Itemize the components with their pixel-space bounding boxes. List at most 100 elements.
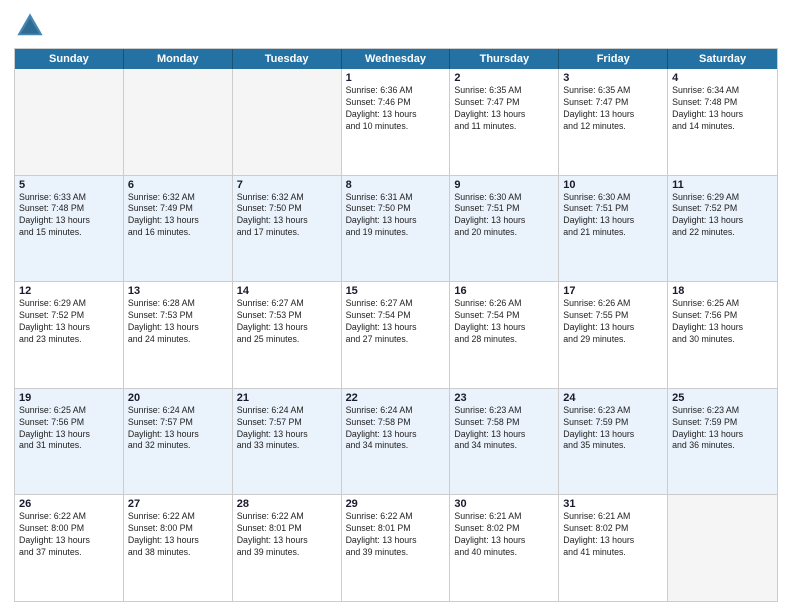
day-number: 2 bbox=[454, 72, 554, 84]
day-cell-8: 8Sunrise: 6:31 AM Sunset: 7:50 PM Daylig… bbox=[342, 176, 451, 282]
day-details: Sunrise: 6:22 AM Sunset: 8:01 PM Dayligh… bbox=[346, 511, 446, 559]
day-cell-15: 15Sunrise: 6:27 AM Sunset: 7:54 PM Dayli… bbox=[342, 282, 451, 388]
day-cell-18: 18Sunrise: 6:25 AM Sunset: 7:56 PM Dayli… bbox=[668, 282, 777, 388]
day-cell-4: 4Sunrise: 6:34 AM Sunset: 7:48 PM Daylig… bbox=[668, 69, 777, 175]
day-number: 9 bbox=[454, 179, 554, 191]
day-cell-7: 7Sunrise: 6:32 AM Sunset: 7:50 PM Daylig… bbox=[233, 176, 342, 282]
header-day-wednesday: Wednesday bbox=[342, 49, 451, 69]
logo bbox=[14, 10, 50, 42]
day-cell-27: 27Sunrise: 6:22 AM Sunset: 8:00 PM Dayli… bbox=[124, 495, 233, 601]
day-details: Sunrise: 6:25 AM Sunset: 7:56 PM Dayligh… bbox=[19, 405, 119, 453]
day-number: 10 bbox=[563, 179, 663, 191]
day-number: 7 bbox=[237, 179, 337, 191]
day-cell-9: 9Sunrise: 6:30 AM Sunset: 7:51 PM Daylig… bbox=[450, 176, 559, 282]
header-day-saturday: Saturday bbox=[668, 49, 777, 69]
day-details: Sunrise: 6:30 AM Sunset: 7:51 PM Dayligh… bbox=[454, 192, 554, 240]
day-number: 11 bbox=[672, 179, 773, 191]
calendar-row-1: 5Sunrise: 6:33 AM Sunset: 7:48 PM Daylig… bbox=[15, 176, 777, 283]
day-cell-11: 11Sunrise: 6:29 AM Sunset: 7:52 PM Dayli… bbox=[668, 176, 777, 282]
day-number: 30 bbox=[454, 498, 554, 510]
day-cell-20: 20Sunrise: 6:24 AM Sunset: 7:57 PM Dayli… bbox=[124, 389, 233, 495]
day-details: Sunrise: 6:22 AM Sunset: 8:00 PM Dayligh… bbox=[128, 511, 228, 559]
day-details: Sunrise: 6:26 AM Sunset: 7:55 PM Dayligh… bbox=[563, 298, 663, 346]
header-day-monday: Monday bbox=[124, 49, 233, 69]
day-details: Sunrise: 6:23 AM Sunset: 7:59 PM Dayligh… bbox=[563, 405, 663, 453]
day-details: Sunrise: 6:26 AM Sunset: 7:54 PM Dayligh… bbox=[454, 298, 554, 346]
day-details: Sunrise: 6:32 AM Sunset: 7:50 PM Dayligh… bbox=[237, 192, 337, 240]
day-number: 16 bbox=[454, 285, 554, 297]
header-day-tuesday: Tuesday bbox=[233, 49, 342, 69]
day-details: Sunrise: 6:21 AM Sunset: 8:02 PM Dayligh… bbox=[454, 511, 554, 559]
header bbox=[14, 10, 778, 42]
day-cell-1: 1Sunrise: 6:36 AM Sunset: 7:46 PM Daylig… bbox=[342, 69, 451, 175]
day-cell-12: 12Sunrise: 6:29 AM Sunset: 7:52 PM Dayli… bbox=[15, 282, 124, 388]
day-cell-24: 24Sunrise: 6:23 AM Sunset: 7:59 PM Dayli… bbox=[559, 389, 668, 495]
day-cell-21: 21Sunrise: 6:24 AM Sunset: 7:57 PM Dayli… bbox=[233, 389, 342, 495]
day-cell-2: 2Sunrise: 6:35 AM Sunset: 7:47 PM Daylig… bbox=[450, 69, 559, 175]
empty-cell-0-0 bbox=[15, 69, 124, 175]
day-details: Sunrise: 6:22 AM Sunset: 8:00 PM Dayligh… bbox=[19, 511, 119, 559]
day-number: 29 bbox=[346, 498, 446, 510]
calendar-header: SundayMondayTuesdayWednesdayThursdayFrid… bbox=[15, 49, 777, 69]
day-cell-19: 19Sunrise: 6:25 AM Sunset: 7:56 PM Dayli… bbox=[15, 389, 124, 495]
day-cell-5: 5Sunrise: 6:33 AM Sunset: 7:48 PM Daylig… bbox=[15, 176, 124, 282]
day-details: Sunrise: 6:24 AM Sunset: 7:58 PM Dayligh… bbox=[346, 405, 446, 453]
day-number: 26 bbox=[19, 498, 119, 510]
day-cell-16: 16Sunrise: 6:26 AM Sunset: 7:54 PM Dayli… bbox=[450, 282, 559, 388]
day-number: 14 bbox=[237, 285, 337, 297]
day-number: 19 bbox=[19, 392, 119, 404]
day-cell-28: 28Sunrise: 6:22 AM Sunset: 8:01 PM Dayli… bbox=[233, 495, 342, 601]
day-cell-29: 29Sunrise: 6:22 AM Sunset: 8:01 PM Dayli… bbox=[342, 495, 451, 601]
day-number: 8 bbox=[346, 179, 446, 191]
day-details: Sunrise: 6:22 AM Sunset: 8:01 PM Dayligh… bbox=[237, 511, 337, 559]
day-cell-31: 31Sunrise: 6:21 AM Sunset: 8:02 PM Dayli… bbox=[559, 495, 668, 601]
day-cell-25: 25Sunrise: 6:23 AM Sunset: 7:59 PM Dayli… bbox=[668, 389, 777, 495]
calendar: SundayMondayTuesdayWednesdayThursdayFrid… bbox=[14, 48, 778, 602]
page: SundayMondayTuesdayWednesdayThursdayFrid… bbox=[0, 0, 792, 612]
calendar-row-3: 19Sunrise: 6:25 AM Sunset: 7:56 PM Dayli… bbox=[15, 389, 777, 496]
day-number: 13 bbox=[128, 285, 228, 297]
day-number: 12 bbox=[19, 285, 119, 297]
day-number: 6 bbox=[128, 179, 228, 191]
day-number: 5 bbox=[19, 179, 119, 191]
day-details: Sunrise: 6:29 AM Sunset: 7:52 PM Dayligh… bbox=[672, 192, 773, 240]
day-details: Sunrise: 6:33 AM Sunset: 7:48 PM Dayligh… bbox=[19, 192, 119, 240]
day-cell-23: 23Sunrise: 6:23 AM Sunset: 7:58 PM Dayli… bbox=[450, 389, 559, 495]
day-number: 4 bbox=[672, 72, 773, 84]
day-cell-13: 13Sunrise: 6:28 AM Sunset: 7:53 PM Dayli… bbox=[124, 282, 233, 388]
day-cell-26: 26Sunrise: 6:22 AM Sunset: 8:00 PM Dayli… bbox=[15, 495, 124, 601]
day-cell-30: 30Sunrise: 6:21 AM Sunset: 8:02 PM Dayli… bbox=[450, 495, 559, 601]
day-details: Sunrise: 6:36 AM Sunset: 7:46 PM Dayligh… bbox=[346, 85, 446, 133]
day-details: Sunrise: 6:21 AM Sunset: 8:02 PM Dayligh… bbox=[563, 511, 663, 559]
calendar-row-2: 12Sunrise: 6:29 AM Sunset: 7:52 PM Dayli… bbox=[15, 282, 777, 389]
day-number: 17 bbox=[563, 285, 663, 297]
day-number: 27 bbox=[128, 498, 228, 510]
day-details: Sunrise: 6:35 AM Sunset: 7:47 PM Dayligh… bbox=[454, 85, 554, 133]
day-cell-22: 22Sunrise: 6:24 AM Sunset: 7:58 PM Dayli… bbox=[342, 389, 451, 495]
day-number: 25 bbox=[672, 392, 773, 404]
day-details: Sunrise: 6:27 AM Sunset: 7:54 PM Dayligh… bbox=[346, 298, 446, 346]
day-number: 23 bbox=[454, 392, 554, 404]
header-day-friday: Friday bbox=[559, 49, 668, 69]
day-details: Sunrise: 6:29 AM Sunset: 7:52 PM Dayligh… bbox=[19, 298, 119, 346]
calendar-row-0: 1Sunrise: 6:36 AM Sunset: 7:46 PM Daylig… bbox=[15, 69, 777, 176]
empty-cell-4-6 bbox=[668, 495, 777, 601]
day-details: Sunrise: 6:34 AM Sunset: 7:48 PM Dayligh… bbox=[672, 85, 773, 133]
day-details: Sunrise: 6:30 AM Sunset: 7:51 PM Dayligh… bbox=[563, 192, 663, 240]
day-number: 31 bbox=[563, 498, 663, 510]
day-number: 22 bbox=[346, 392, 446, 404]
day-details: Sunrise: 6:32 AM Sunset: 7:49 PM Dayligh… bbox=[128, 192, 228, 240]
logo-icon bbox=[14, 10, 46, 42]
empty-cell-0-1 bbox=[124, 69, 233, 175]
day-cell-17: 17Sunrise: 6:26 AM Sunset: 7:55 PM Dayli… bbox=[559, 282, 668, 388]
header-day-sunday: Sunday bbox=[15, 49, 124, 69]
day-number: 28 bbox=[237, 498, 337, 510]
day-details: Sunrise: 6:23 AM Sunset: 7:59 PM Dayligh… bbox=[672, 405, 773, 453]
day-cell-10: 10Sunrise: 6:30 AM Sunset: 7:51 PM Dayli… bbox=[559, 176, 668, 282]
day-number: 20 bbox=[128, 392, 228, 404]
calendar-row-4: 26Sunrise: 6:22 AM Sunset: 8:00 PM Dayli… bbox=[15, 495, 777, 601]
day-number: 15 bbox=[346, 285, 446, 297]
day-number: 18 bbox=[672, 285, 773, 297]
day-details: Sunrise: 6:35 AM Sunset: 7:47 PM Dayligh… bbox=[563, 85, 663, 133]
day-details: Sunrise: 6:23 AM Sunset: 7:58 PM Dayligh… bbox=[454, 405, 554, 453]
